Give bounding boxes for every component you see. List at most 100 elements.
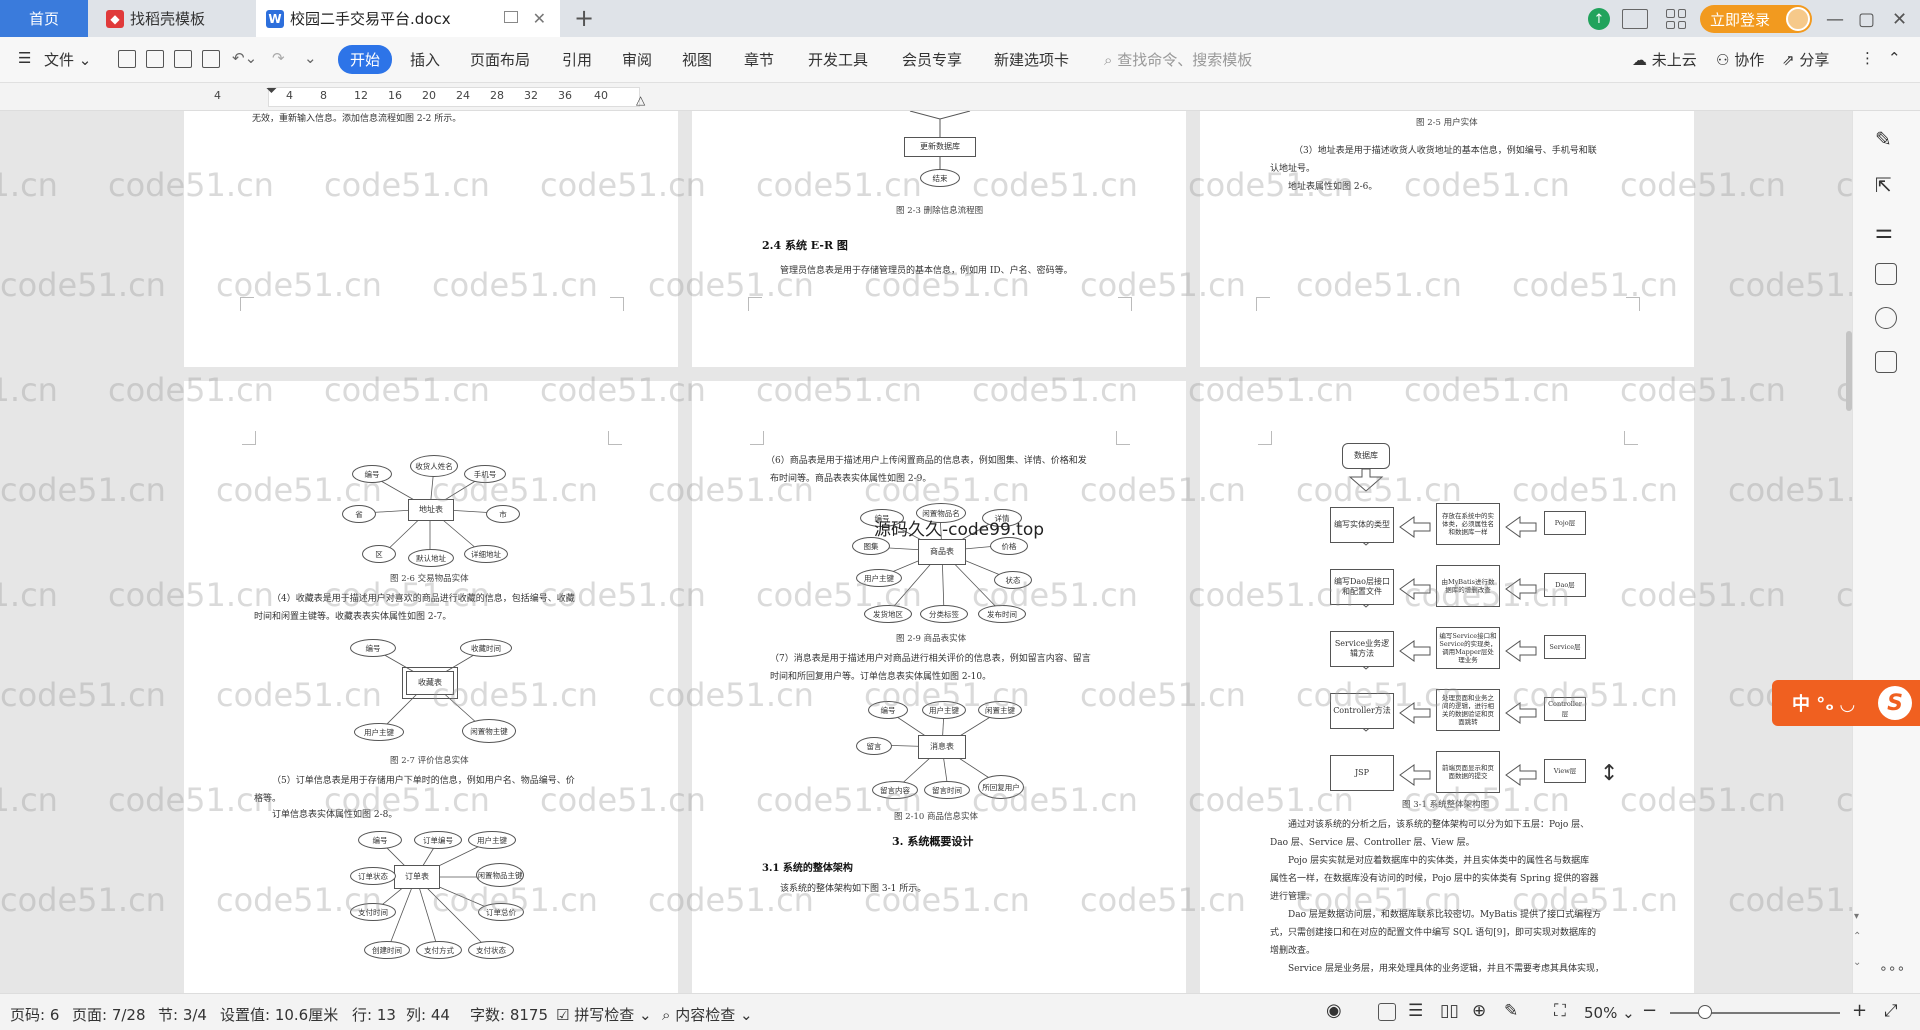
horizontal-ruler[interactable]: 4 4 8 12 16 20 24 28 32 36 40 ⏷ △ bbox=[0, 83, 1920, 111]
crop-mark bbox=[1624, 431, 1638, 445]
ruler-tick: 36 bbox=[558, 89, 572, 102]
docer-icon: ◆ bbox=[106, 9, 124, 28]
paragraph: 管理员信息表是用于存储管理员的基本信息，例如用 ID、户名、密码等。 bbox=[780, 266, 1073, 276]
more-options-icon[interactable]: ∘∘∘ bbox=[1879, 961, 1905, 977]
zoom-in-icon[interactable]: + bbox=[1852, 1000, 1867, 1021]
menu-file[interactable]: 文件 ⌄ bbox=[44, 49, 91, 70]
status-setting[interactable]: 设置值: 10.6厘米 bbox=[220, 1004, 338, 1025]
next-page-icon[interactable]: ⌄ bbox=[1853, 957, 1861, 968]
status-section[interactable]: 节: 3/4 bbox=[158, 1004, 207, 1025]
zoom-slider-handle[interactable] bbox=[1698, 1005, 1712, 1019]
share-button[interactable]: ⇗ 分享 bbox=[1782, 49, 1829, 70]
menu-home[interactable]: 开始 bbox=[338, 45, 393, 74]
hamburger-icon[interactable]: ☰ bbox=[18, 49, 31, 67]
menu-insert[interactable]: 插入 bbox=[410, 49, 440, 70]
spell-check-label: 拼写检查 bbox=[574, 1006, 635, 1024]
compass-icon[interactable] bbox=[1875, 307, 1897, 329]
er-attribute: 闲置物主键 bbox=[462, 719, 516, 743]
tab-template-label: 找稻壳模板 bbox=[130, 10, 206, 28]
zoom-slider[interactable] bbox=[1670, 1012, 1840, 1014]
page-thumbnail[interactable]: 更新数据库 结束 图 2-3 删除信息流程图 2.4 系统 E-R 图 管理员信… bbox=[692, 111, 1186, 367]
reading-view-icon[interactable]: ▯▯ bbox=[1440, 1001, 1459, 1021]
update-icon[interactable]: ↑ bbox=[1588, 6, 1610, 32]
er-attribute: 支付方式 bbox=[416, 941, 462, 959]
fit-page-icon[interactable]: ⛶ bbox=[1554, 1001, 1566, 1021]
maximize-icon[interactable]: ▢ bbox=[1858, 6, 1875, 32]
scroll-down-icon[interactable]: ▾ bbox=[1854, 911, 1859, 922]
page-thumbnail[interactable]: 图 2-5 用户实体 （3）地址表是用于描述收货人收货地址的基本信息，例如编号、… bbox=[1200, 111, 1694, 367]
ime-label: 中 °ₒ ◡ bbox=[1792, 694, 1855, 715]
er-attribute: 收藏时间 bbox=[460, 639, 512, 657]
print-icon[interactable] bbox=[174, 50, 192, 68]
quick-access-dropdown-icon[interactable]: ⌄ bbox=[304, 49, 317, 67]
paragraph: 格等。 bbox=[254, 794, 282, 804]
tab-bar: 首页 ◆ 找稻壳模板 W 校园二手交易平台.docx ✕ + ↑ 立即登录 — … bbox=[0, 0, 1920, 37]
page-view-icon[interactable] bbox=[1378, 1003, 1396, 1021]
pen-icon[interactable]: ✎ bbox=[1875, 127, 1897, 151]
collab-button[interactable]: ⚇ 协作 bbox=[1716, 49, 1764, 70]
layout-icon[interactable] bbox=[1622, 6, 1648, 32]
menu-chapter[interactable]: 章节 bbox=[744, 49, 774, 70]
redo-icon[interactable]: ↷ bbox=[272, 49, 285, 67]
save-icon[interactable] bbox=[118, 50, 136, 68]
status-words[interactable]: 字数: 8175 bbox=[470, 1004, 548, 1025]
arch-box: 编写Dao层接口和配置文件 bbox=[1330, 569, 1394, 605]
er-entity: 订单表 bbox=[394, 865, 440, 889]
page-thumbnail[interactable]: 地址表 编号 收货人姓名 手机号 省 市 区 默认地址 详细地址 图 2-6 交… bbox=[184, 381, 678, 993]
cloud-status[interactable]: ☁ 未上云 bbox=[1632, 49, 1697, 70]
resize-cursor-icon: ↕ bbox=[1600, 761, 1619, 786]
tab-template[interactable]: ◆ 找稻壳模板 bbox=[92, 0, 252, 37]
page-thumbnail[interactable]: 无效，重新输入信息。添加信息流程如图 2-2 所示。 bbox=[184, 111, 678, 367]
ime-floating-badge[interactable]: 中 °ₒ ◡ S bbox=[1772, 680, 1920, 726]
menu-developer[interactable]: 开发工具 bbox=[808, 49, 868, 70]
menu-new-tab[interactable]: 新建选项卡 bbox=[994, 49, 1069, 70]
menu-view[interactable]: 视图 bbox=[682, 49, 712, 70]
status-page[interactable]: 页码: 6 bbox=[10, 1004, 59, 1025]
select-cursor-icon[interactable]: ⇱ bbox=[1875, 173, 1897, 197]
image-icon[interactable] bbox=[1875, 263, 1897, 285]
export-pdf-icon[interactable] bbox=[146, 50, 164, 68]
status-pages[interactable]: 页面: 7/28 bbox=[72, 1004, 146, 1025]
login-button[interactable]: 立即登录 bbox=[1700, 5, 1813, 33]
apps-grid-icon[interactable] bbox=[1666, 6, 1686, 32]
adjust-icon[interactable]: ⚌ bbox=[1875, 219, 1897, 243]
more-icon[interactable]: ⋮ bbox=[1860, 49, 1875, 67]
status-row[interactable]: 行: 13 bbox=[352, 1004, 396, 1025]
minimize-icon[interactable]: — bbox=[1826, 6, 1844, 32]
eye-protection-icon[interactable]: ◉ bbox=[1326, 1000, 1342, 1021]
zoom-dropdown[interactable]: 50% ⌄ bbox=[1584, 1004, 1635, 1022]
close-window-icon[interactable]: ✕ bbox=[1892, 6, 1907, 32]
close-tab-icon[interactable]: ✕ bbox=[533, 9, 546, 28]
outline-view-icon[interactable]: ☰ bbox=[1408, 1001, 1423, 1021]
right-indent-marker-icon[interactable]: △ bbox=[636, 93, 645, 107]
menu-member[interactable]: 会员专享 bbox=[902, 49, 962, 70]
write-mode-icon[interactable]: ✎ bbox=[1504, 1001, 1518, 1021]
prev-page-icon[interactable]: ⌃ bbox=[1853, 931, 1861, 942]
indent-marker-icon[interactable]: ⏷ bbox=[266, 83, 277, 99]
tab-home[interactable]: 首页 bbox=[0, 0, 88, 37]
tab-document[interactable]: W 校园二手交易平台.docx ✕ bbox=[256, 0, 560, 37]
spell-check-button[interactable]: ☑ 拼写检查 ⌄ bbox=[556, 1004, 652, 1025]
command-search[interactable]: ⌕ 查找命令、搜索模板 bbox=[1104, 49, 1252, 70]
new-tab-button[interactable]: + bbox=[574, 4, 594, 32]
window-restore-icon[interactable] bbox=[504, 11, 518, 23]
content-check-button[interactable]: ⌕ 内容检查 ⌄ bbox=[662, 1004, 753, 1025]
zoom-out-icon[interactable]: − bbox=[1642, 1000, 1657, 1021]
menu-page-layout[interactable]: 页面布局 bbox=[470, 49, 530, 70]
document-workspace[interactable]: 无效，重新输入信息。添加信息流程如图 2-2 所示。 更新数据库 结束 图 2-… bbox=[0, 111, 1852, 993]
fullscreen-icon[interactable]: ⤢ bbox=[1884, 1001, 1898, 1021]
sogou-logo-icon: S bbox=[1878, 686, 1912, 720]
book-icon[interactable] bbox=[1875, 351, 1897, 373]
web-view-icon[interactable]: ⊕ bbox=[1472, 1001, 1486, 1021]
undo-icon[interactable]: ↶⌄ bbox=[232, 49, 257, 67]
arch-box: Service层 bbox=[1544, 635, 1586, 659]
er-attribute: 创建时间 bbox=[364, 941, 410, 959]
page-thumbnail[interactable]: 数据库 编写实体的类型 编写Dao层接口和配置文件 Service业务逻辑方法 … bbox=[1200, 381, 1694, 993]
collapse-ribbon-icon[interactable]: ⌃ bbox=[1888, 49, 1901, 67]
menu-references[interactable]: 引用 bbox=[562, 49, 592, 70]
print-preview-icon[interactable] bbox=[202, 50, 220, 68]
page-thumbnail[interactable]: （6）商品表是用于描述用户上传闲置商品的信息表，例如图集、详情、价格和发 布时间… bbox=[692, 381, 1186, 993]
paragraph: 该系统的整体架构如下图 3-1 所示。 bbox=[780, 884, 927, 894]
menu-review[interactable]: 审阅 bbox=[622, 49, 652, 70]
status-col[interactable]: 列: 44 bbox=[406, 1004, 450, 1025]
